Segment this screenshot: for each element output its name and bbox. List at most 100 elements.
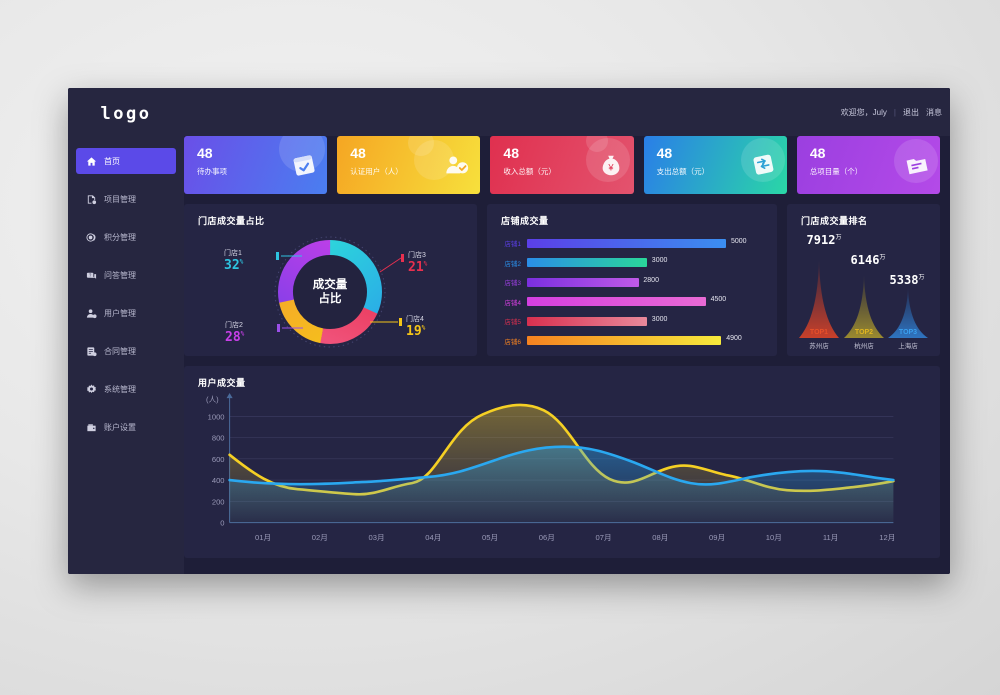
points-icon bbox=[86, 232, 97, 243]
sidebar-item-points[interactable]: 积分管理 bbox=[76, 224, 176, 250]
bar-row[interactable]: 店铺2 3000 bbox=[497, 255, 767, 271]
bar-row[interactable]: 店铺3 2800 bbox=[497, 274, 767, 290]
donut-legend-store2: 门店2 28% bbox=[225, 320, 244, 345]
panel-shop-volume: 店铺成交量 店铺1 5000 店铺2 3000 店铺3 2800 店铺4 450… bbox=[487, 204, 777, 356]
donut-legend-value: 32 bbox=[224, 258, 240, 273]
donut-legend-value: 19 bbox=[406, 324, 422, 339]
donut-unit: % bbox=[239, 258, 244, 266]
rank-badge: TOP2 bbox=[854, 329, 874, 336]
main-content: 欢迎您，July | 退出 消息 48 待办事项 48 认证用户（人） 48 收… bbox=[184, 88, 950, 574]
bar-label: 店铺6 bbox=[504, 338, 521, 346]
bar-fill bbox=[527, 297, 706, 306]
rank-name: 上海店 bbox=[898, 343, 918, 350]
kpi-card-expense[interactable]: 48 支出总额（元） bbox=[643, 136, 787, 194]
sidebar-item-account[interactable]: 账户设置 bbox=[76, 414, 176, 440]
sidebar-item-label: 合同管理 bbox=[104, 346, 136, 356]
kpi-card-projects[interactable]: 48 总项目量（个） bbox=[796, 136, 941, 194]
project-icon bbox=[86, 194, 97, 205]
y-axis-labels: 1000 800 600 400 200 0 bbox=[208, 412, 225, 527]
bar-value: 3000 bbox=[651, 315, 668, 323]
bar-track: 2800 bbox=[527, 277, 767, 287]
bar-row[interactable]: 店铺6 4900 bbox=[497, 333, 767, 349]
donut-chart: 成交量 占比 门店1 32% 门店2 28% 门店3 21% 门店4 19% bbox=[184, 204, 477, 356]
sidebar-item-label: 系统管理 bbox=[104, 384, 136, 394]
panel-store-share: 门店成交量占比 成交量 占比 门店1 32% 门店2 28% 门店3 21% 门… bbox=[184, 204, 477, 356]
kpi-card-todo[interactable]: 48 待办事项 bbox=[184, 136, 328, 194]
messages-link[interactable]: 消息 bbox=[926, 107, 942, 118]
bar-fill bbox=[527, 238, 727, 248]
donut-unit: % bbox=[423, 260, 428, 268]
topbar-separator: | bbox=[893, 107, 896, 117]
svg-text:06月: 06月 bbox=[539, 533, 555, 542]
rank-name: 苏州店 bbox=[809, 343, 829, 350]
bar-row[interactable]: 店铺1 5000 bbox=[497, 235, 767, 251]
svg-text:800: 800 bbox=[212, 434, 225, 443]
sidebar-item-user[interactable]: 用户管理 bbox=[76, 300, 176, 326]
bar-value: 5000 bbox=[731, 237, 747, 245]
sidebar-item-home[interactable]: 首页 bbox=[76, 148, 176, 174]
x-axis-labels: 01月 02月 03月 04月 05月 06月 07月 08月 09月 10月 … bbox=[255, 533, 895, 542]
donut-legend-value: 28 bbox=[225, 330, 241, 345]
donut-legend-label: 门店4 bbox=[406, 316, 424, 323]
svg-text:01月: 01月 bbox=[255, 533, 271, 542]
kpi-card-verified-users[interactable]: 48 认证用户（人） bbox=[337, 136, 481, 194]
bar-value: 4500 bbox=[710, 296, 727, 303]
donut-unit: % bbox=[240, 330, 245, 338]
dashboard-window: logo 首页 项目管理 积分管理 ? 问答管理 用户管理 合同管理 系统管理 … bbox=[68, 88, 950, 574]
bar-row[interactable]: 店铺4 4500 bbox=[497, 294, 767, 310]
sidebar: logo 首页 项目管理 积分管理 ? 问答管理 用户管理 合同管理 系统管理 … bbox=[68, 88, 184, 574]
bar-row[interactable]: 店铺5 3000 bbox=[497, 313, 767, 329]
bar-fill bbox=[527, 336, 722, 345]
sidebar-item-project[interactable]: 项目管理 bbox=[76, 186, 176, 212]
svg-text:02月: 02月 bbox=[312, 533, 328, 542]
rank-number: 7912 bbox=[806, 233, 836, 247]
rank-number: 6146 bbox=[850, 253, 880, 267]
bar-track: 5000 bbox=[527, 237, 767, 248]
rank-column-2[interactable]: TOP2 杭州店 bbox=[842, 275, 886, 350]
logo[interactable]: logo bbox=[68, 88, 184, 124]
bar-track: 3000 bbox=[527, 257, 767, 267]
donut-legend-store1: 门店1 32% bbox=[224, 248, 243, 273]
rank-value-1: 7912万 bbox=[789, 232, 859, 247]
welcome-text: 欢迎您，July bbox=[840, 107, 887, 117]
folder-icon bbox=[904, 152, 930, 178]
sidebar-item-label: 首页 bbox=[104, 156, 120, 166]
rank-number: 5338 bbox=[889, 273, 919, 287]
triangle-shape bbox=[799, 260, 839, 338]
svg-text:占比: 占比 bbox=[319, 291, 342, 305]
transfer-icon bbox=[751, 152, 777, 178]
bar-label: 店铺1 bbox=[504, 241, 521, 248]
svg-text:09月: 09月 bbox=[709, 533, 725, 542]
rank-value-2: 6146万 bbox=[833, 252, 903, 267]
svg-text:400: 400 bbox=[212, 476, 225, 485]
panel-title: 门店成交量排名 bbox=[801, 216, 868, 226]
charts-row: 门店成交量占比 成交量 占比 门店1 32% 门店2 28% 门店3 21% 门… bbox=[184, 204, 940, 356]
donut-legend-value: 21 bbox=[408, 260, 424, 275]
svg-text:¥: ¥ bbox=[607, 163, 614, 173]
kpi-cards: 48 待办事项 48 认证用户（人） 48 收入总额（元） ¥ 48 支出总额（… bbox=[184, 136, 941, 194]
svg-text:08月: 08月 bbox=[652, 533, 668, 542]
bar-chart: 店铺1 5000 店铺2 3000 店铺3 2800 店铺4 4500 店铺5 … bbox=[487, 227, 777, 349]
rank-chart: 7912万 6146万 5338万 TOP1 苏州店 TOP2 杭州店 TOP3… bbox=[787, 228, 940, 356]
svg-text:04月: 04月 bbox=[425, 533, 441, 542]
bar-value: 3000 bbox=[651, 257, 668, 264]
rank-unit: 万 bbox=[835, 234, 842, 241]
panel-title: 店铺成交量 bbox=[501, 216, 549, 226]
svg-text:600: 600 bbox=[212, 455, 225, 464]
sidebar-item-contract[interactable]: 合同管理 bbox=[76, 338, 176, 364]
bar-fill bbox=[527, 277, 639, 287]
rank-column-1[interactable]: TOP1 苏州店 bbox=[797, 260, 841, 350]
sidebar-item-qa[interactable]: ? 问答管理 bbox=[76, 262, 176, 288]
bar-fill bbox=[527, 316, 647, 326]
svg-text:10月: 10月 bbox=[766, 533, 782, 542]
rank-column-3[interactable]: TOP3 上海店 bbox=[886, 288, 930, 350]
logout-link[interactable]: 退出 bbox=[903, 107, 919, 118]
kpi-card-income[interactable]: 48 收入总额（元） ¥ bbox=[490, 136, 634, 194]
sidebar-item-system[interactable]: 系统管理 bbox=[76, 376, 176, 402]
rank-unit: 万 bbox=[879, 254, 886, 261]
y-axis-unit: (人) bbox=[206, 395, 219, 404]
svg-text:11月: 11月 bbox=[823, 533, 838, 542]
rank-badge: TOP1 bbox=[809, 329, 829, 336]
svg-text:1000: 1000 bbox=[208, 412, 225, 421]
line-chart: 1000 800 600 400 200 0 (人) 01月 02月 03月 0… bbox=[184, 388, 940, 558]
